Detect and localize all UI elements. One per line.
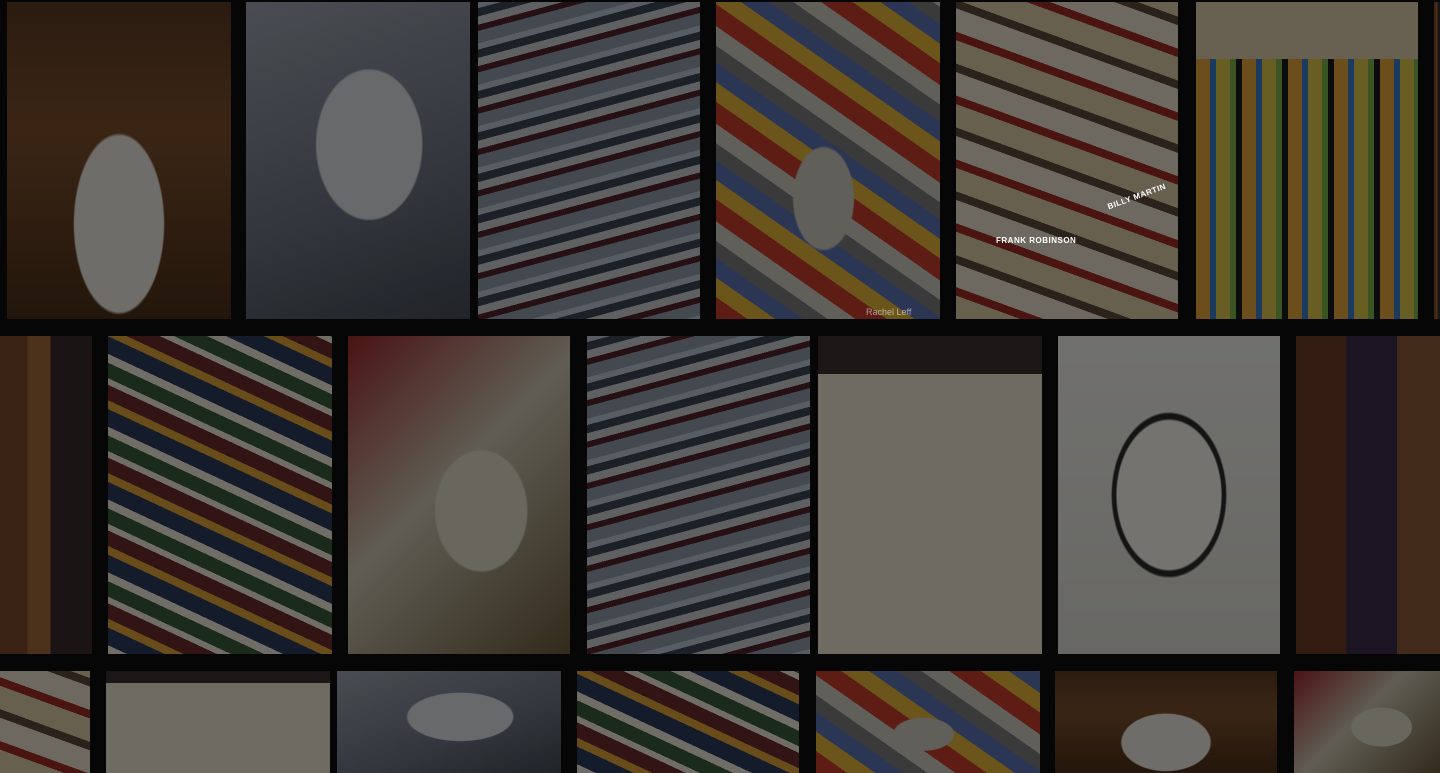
sneaker-wall-photo xyxy=(587,336,810,654)
mosaic-row-2 xyxy=(0,336,1440,656)
slabs-photo xyxy=(348,336,570,654)
jersey-room-photo xyxy=(1296,336,1440,654)
photo-tile-cartridges[interactable] xyxy=(816,671,1040,773)
card-text-1: FRANK ROBINSON xyxy=(996,236,1077,245)
photo-tile-memorabilia-room[interactable] xyxy=(0,336,92,654)
cartridges-photo xyxy=(816,671,1040,773)
photo-tile-football-cabinet[interactable] xyxy=(7,2,231,319)
photo-tile-jersey-room[interactable] xyxy=(1296,336,1440,654)
photo-tile-baseball-cards[interactable]: FRANK ROBINSON BILLY MARTIN xyxy=(956,2,1178,319)
photo-tile-graded-slabs[interactable] xyxy=(348,336,570,654)
sports-wall-photo xyxy=(818,336,1042,654)
photo-tile-edge-1[interactable] xyxy=(1434,2,1440,319)
photo-tile-sports-wall[interactable] xyxy=(818,336,1042,654)
photo-tile-sneaker-wall-2[interactable] xyxy=(587,336,810,654)
mosaic-row-3 xyxy=(0,671,1440,773)
gameboy-photo xyxy=(716,2,940,319)
photo-tile-floating-sneakers[interactable] xyxy=(246,2,470,319)
football-photo xyxy=(7,2,231,319)
photo-tile-football-cabinet-2[interactable] xyxy=(1055,671,1277,773)
photo-tile-sneaker-wall[interactable] xyxy=(478,2,700,319)
baseball-cards-photo xyxy=(956,2,1178,319)
photo-tile-movie-cards-2[interactable] xyxy=(577,671,799,773)
sneaker-photo xyxy=(337,671,561,773)
photo-tile-floating-sneakers-2[interactable] xyxy=(337,671,561,773)
card-slab-photo xyxy=(0,671,90,773)
sneaker-wall-photo xyxy=(478,2,700,319)
photo-tile-edge-3[interactable] xyxy=(1294,671,1440,773)
photo-tile-gameboy[interactable]: Rachel Leff xyxy=(716,2,940,319)
movie-cards-photo xyxy=(108,336,332,654)
sneaker-photo xyxy=(246,2,470,319)
photo-tile-sports-wall-2[interactable] xyxy=(106,671,330,773)
photo-tile-movie-cards[interactable] xyxy=(108,336,332,654)
framed-cards-photo xyxy=(1058,336,1280,654)
photo-tile-framed-cards[interactable] xyxy=(1058,336,1280,654)
sports-wall-photo xyxy=(106,671,330,773)
photo-tile-pokemon-cards[interactable] xyxy=(1196,2,1418,319)
mosaic-row-1: Rachel Leff FRANK ROBINSON BILLY MARTIN xyxy=(0,0,1440,320)
pokemon-photo xyxy=(1196,2,1418,319)
movie-cards-photo xyxy=(577,671,799,773)
photo-mosaic: Rachel Leff FRANK ROBINSON BILLY MARTIN xyxy=(0,0,1440,773)
photo-credit: Rachel Leff xyxy=(866,307,912,317)
room-photo xyxy=(0,336,92,654)
edge-photo xyxy=(1294,671,1440,773)
photo-tile-card-slab[interactable] xyxy=(0,671,90,773)
football-photo xyxy=(1055,671,1277,773)
edge-photo xyxy=(1434,2,1440,319)
